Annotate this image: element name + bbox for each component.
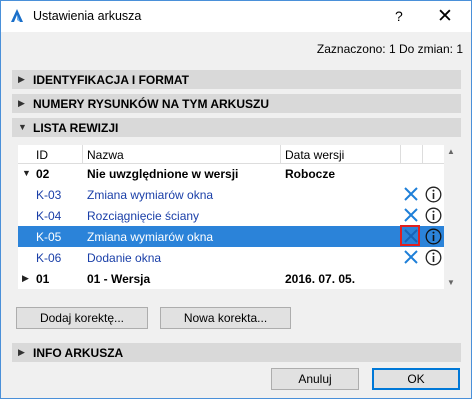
new-correction-button[interactable]: Nowa korekta... [160,307,291,329]
column-header-id[interactable]: ID [36,148,48,162]
table-header: ID Nazwa Data wersji [18,145,444,164]
column-header-date[interactable]: Data wersji [285,148,344,162]
expand-arrow-icon: ▶ [18,74,25,84]
section-label: LISTA REWIZJI [33,121,119,135]
help-button[interactable]: ? [395,8,403,24]
info-icon[interactable] [425,186,442,203]
highlight-box [400,225,420,246]
expand-arrow-icon: ▶ [18,347,25,357]
info-icon[interactable] [425,207,442,224]
row-name: 01 - Wersja [87,272,151,286]
info-icon[interactable] [425,249,442,266]
section-identification[interactable]: ▶ IDENTYFIKACJA I FORMAT [12,70,461,89]
scroll-up-arrow-icon[interactable]: ▲ [447,147,455,156]
archicad-icon [11,9,23,22]
window-title: Ustawienia arkusza [33,9,142,23]
row-id: K-03 [36,188,62,202]
title-bar: Ustawienia arkusza ? ✕ [1,1,471,32]
ok-button[interactable]: OK [372,368,460,390]
row-id: 02 [36,167,50,181]
section-drawing-numbers[interactable]: ▶ NUMERY RYSUNKÓW NA TYM ARKUSZU [12,94,461,113]
expand-arrow-icon: ▶ [18,98,25,108]
table-row[interactable]: K-06 Dodanie okna [18,247,444,268]
add-correction-button[interactable]: Dodaj korektę... [16,307,148,329]
remove-x-icon[interactable] [403,207,419,223]
row-date: Robocze [285,167,336,181]
section-sheet-info[interactable]: ▶ INFO ARKUSZA [12,343,461,362]
row-id: K-05 [36,230,62,244]
row-name: Dodanie okna [87,251,162,265]
row-date: 2016. 07. 05. [285,272,356,286]
section-label: NUMERY RYSUNKÓW NA TYM ARKUSZU [33,97,269,111]
sheet-settings-dialog: Ustawienia arkusza ? ✕ Zaznaczono: 1 Do … [0,0,472,399]
column-divider [280,145,281,163]
row-name: Zmiana wymiarów okna [87,188,214,202]
row-id: K-04 [36,209,62,223]
table-row[interactable]: K-04 Rozciągnięcie ściany [18,205,444,226]
table-row[interactable]: K-03 Zmiana wymiarów okna [18,184,444,205]
table-row[interactable]: ▶ 01 01 - Wersja 2016. 07. 05. [18,268,444,289]
section-label: INFO ARKUSZA [33,346,124,360]
remove-x-icon[interactable] [403,186,419,202]
scroll-down-arrow-icon[interactable]: ▼ [447,278,455,287]
table-row[interactable]: ▼ 02 Nie uwzględnione w wersji Robocze [18,163,444,184]
row-name: Nie uwzględnione w wersji [87,167,239,181]
collapse-arrow-icon[interactable]: ▼ [22,168,31,178]
revision-table: ID Nazwa Data wersji ▼ 02 Nie uwzględnio… [18,145,444,289]
column-divider [422,145,423,163]
section-revision-list[interactable]: ▼ LISTA REWIZJI [12,118,461,137]
section-label: IDENTYFIKACJA I FORMAT [33,73,189,87]
cancel-button[interactable]: Anuluj [271,368,359,390]
column-divider [400,145,401,163]
row-id: 01 [36,272,50,286]
info-icon[interactable] [425,228,442,245]
row-name: Rozciągnięcie ściany [87,209,200,223]
vertical-scrollbar[interactable]: ▲ ▼ [444,145,458,289]
column-divider [82,145,83,163]
close-button[interactable]: ✕ [437,5,453,28]
collapse-arrow-icon: ▼ [18,122,27,132]
expand-arrow-icon[interactable]: ▶ [22,273,29,284]
row-name: Zmiana wymiarów okna [87,230,214,244]
table-row-selected[interactable]: K-05 Zmiana wymiarów okna [18,225,444,247]
column-header-name[interactable]: Nazwa [87,148,124,162]
remove-x-icon[interactable] [403,249,419,265]
row-id: K-06 [36,251,62,265]
selection-status: Zaznaczono: 1 Do zmian: 1 [316,42,463,56]
